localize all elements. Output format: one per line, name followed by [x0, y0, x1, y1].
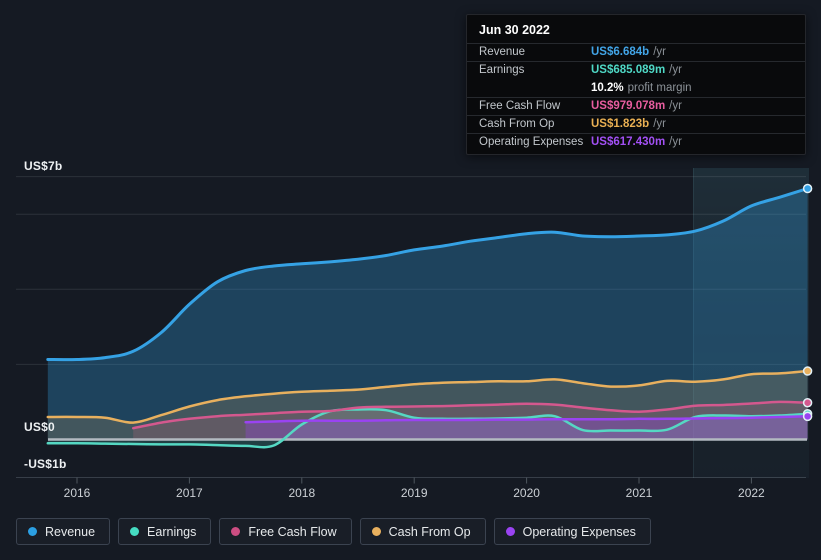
legend-item-earnings[interactable]: Earnings	[118, 518, 212, 545]
legend-item-label: Operating Expenses	[522, 524, 636, 539]
legend-item-label: Cash From Op	[388, 524, 471, 539]
tooltip-row-label: Cash From Op	[479, 118, 555, 131]
tooltip-row-value: 10.2%	[591, 81, 624, 94]
tooltip-row-value: US$617.430m	[591, 136, 666, 149]
tooltip-row-value: US$979.078m	[591, 99, 666, 112]
tooltip-card: Jun 30 2022 Revenue US$6.684b/yr Earnings U…	[466, 14, 806, 155]
legend-item-operating-expenses[interactable]: Operating Expenses	[493, 518, 651, 545]
legend-item-label: Earnings	[147, 524, 197, 539]
y-axis-label-7b: US$7b	[24, 159, 63, 173]
series-color-dot-icon	[28, 527, 37, 536]
x-axis-year-label-2019: 2019	[400, 486, 428, 500]
tooltip-row-value: US$685.089m	[591, 64, 666, 77]
legend-item-cash-from-op[interactable]: Cash From Op	[359, 518, 486, 545]
legend-item-label: Revenue	[45, 524, 96, 539]
tooltip-row-revenue: Revenue US$6.684b/yr	[467, 43, 805, 61]
cash-from-op-end-marker	[802, 366, 813, 376]
y-axis-label-neg1b: -US$1b	[24, 457, 67, 471]
y-axis-label-zero: US$0	[24, 420, 55, 434]
x-axis-year-label-2020: 2020	[513, 486, 540, 500]
tooltip-date: Jun 30 2022	[479, 23, 550, 37]
tooltip-row-label: Operating Expenses	[479, 136, 584, 149]
series-color-dot-icon	[505, 527, 515, 536]
free-cash-flow-end-marker	[802, 397, 813, 408]
tooltip-row-suffix: /yr	[653, 46, 666, 58]
tooltip-row-earnings: Earnings US$685.089m/yr	[467, 61, 805, 79]
tooltip-row-suffix: /yr	[669, 99, 682, 112]
chart-legend: Revenue Earnings Free Cash Flow Cash From O…	[16, 518, 651, 545]
x-axis-year-label-2021: 2021	[625, 486, 653, 500]
legend-item-free-cash-flow[interactable]: Free Cash Flow	[219, 518, 352, 545]
operating-expenses-end-marker	[802, 411, 813, 422]
tooltip-row-label: Free Cash Flow	[479, 99, 561, 112]
x-axis-year-label-2016: 2016	[63, 486, 91, 500]
series-color-dot-icon	[231, 527, 241, 536]
x-axis-year-label-2022: 2022	[738, 486, 765, 500]
tooltip-row-label: Earnings	[479, 64, 525, 77]
x-axis-year-label-2017: 2017	[176, 486, 203, 500]
legend-item-label: Free Cash Flow	[248, 524, 337, 539]
tooltip-row-suffix: /yr	[653, 118, 666, 131]
revenue-end-marker	[802, 183, 813, 194]
series-color-dot-icon	[371, 527, 381, 536]
legend-item-revenue[interactable]: Revenue	[16, 518, 111, 545]
tooltip-row-suffix: /yr	[669, 64, 682, 77]
tooltip-row-profit-margin: 10.2% profit margin	[467, 80, 805, 97]
tooltip-row-operating-expenses: Operating Expenses US$617.430m/yr	[467, 133, 805, 151]
tooltip-row-suffix: /yr	[669, 136, 682, 149]
tooltip-row-free-cash-flow: Free Cash Flow US$979.078m/yr	[467, 96, 805, 115]
series-color-dot-icon	[130, 527, 140, 536]
tooltip-row-label: Revenue	[479, 46, 526, 58]
x-axis-year-label-2018: 2018	[288, 486, 316, 500]
tooltip-row-value: US$6.684b	[591, 46, 650, 58]
tooltip-row-suffix: profit margin	[627, 81, 692, 94]
tooltip-rows: Revenue US$6.684b/yr Earnings US$685.089m/y…	[467, 43, 805, 152]
tooltip-row-cash-from-op: Cash From Op US$1.823b/yr	[467, 115, 805, 133]
tooltip-row-value: US$1.823b	[591, 118, 650, 131]
